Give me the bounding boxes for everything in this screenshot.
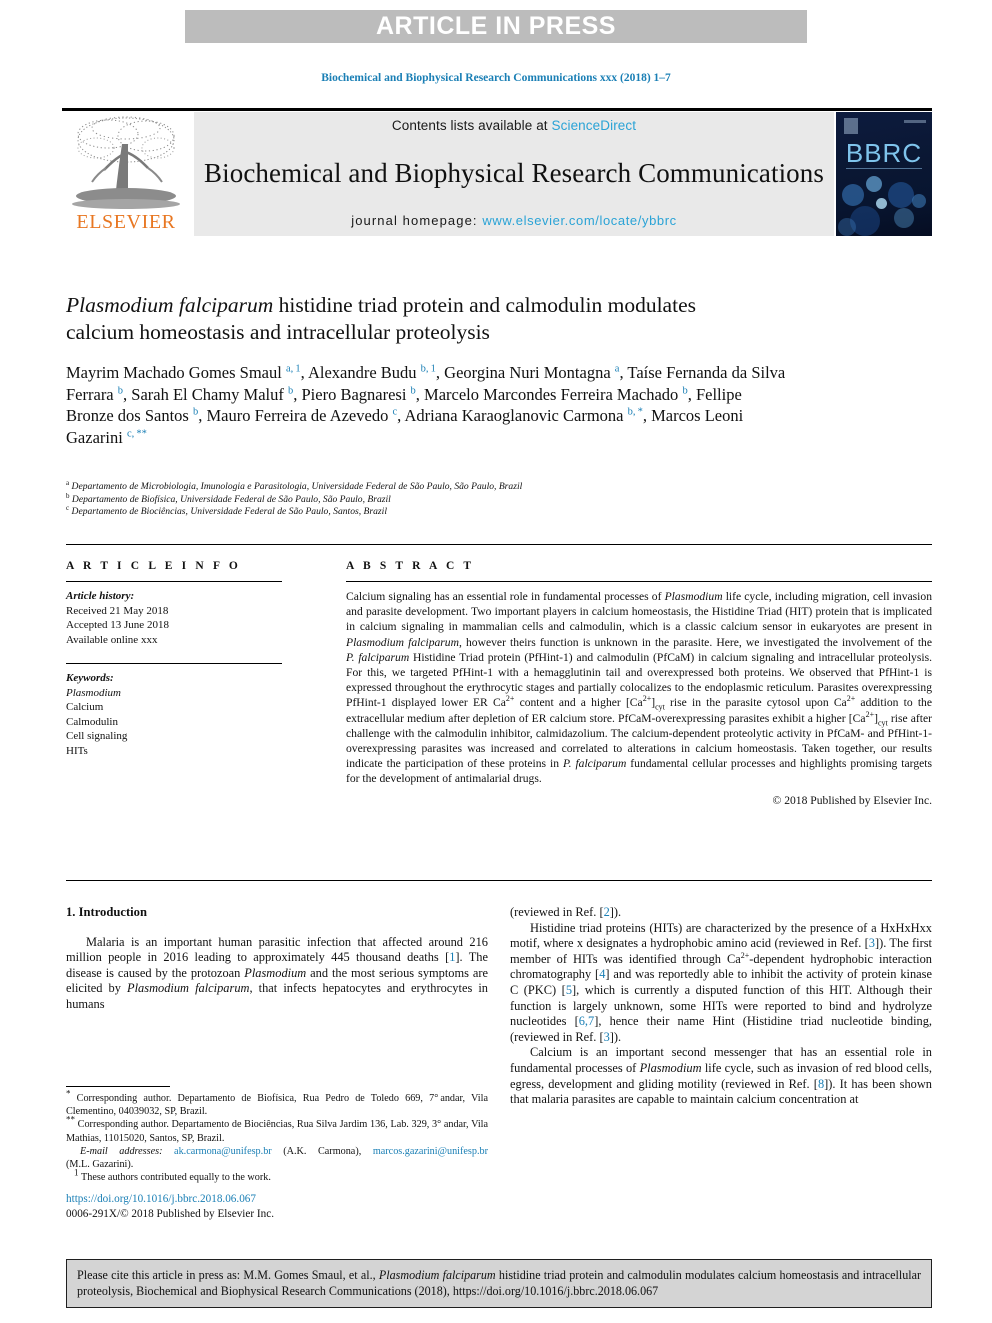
cover-elsevier-mark-icon bbox=[844, 118, 858, 134]
cover-bokeh-circle bbox=[912, 194, 926, 208]
footnote-item: ** Corresponding author. Departamento de… bbox=[66, 1115, 488, 1144]
journal-homepage-line: journal homepage: www.elsevier.com/locat… bbox=[351, 213, 677, 228]
affiliation-text: Departamento de Microbiologia, Imunologi… bbox=[71, 481, 523, 492]
cover-bokeh-circle bbox=[888, 182, 914, 208]
affiliation-mark: b bbox=[66, 491, 70, 500]
bbrc-cover-wordmark: BBRC bbox=[845, 138, 923, 168]
journal-title: Biochemical and Biophysical Research Com… bbox=[204, 157, 824, 188]
footnote-email-item: E-mail addresses: ak.carmona@unifesp.br … bbox=[66, 1145, 489, 1171]
article-history-received: Received 21 May 2018 bbox=[66, 604, 169, 617]
affiliation-mark: c bbox=[66, 504, 70, 512]
info-abstract-bottom-rule bbox=[66, 880, 932, 881]
doi-block: https://doi.org/10.1016/j.bbrc.2018.06.0… bbox=[66, 1192, 488, 1221]
homepage-prefix: journal homepage: bbox=[351, 213, 483, 228]
cover-bokeh-circle bbox=[866, 176, 882, 192]
issn-copyright-line: 0006-291X/© 2018 Published by Elsevier I… bbox=[66, 1207, 274, 1220]
affiliation-list: a Departamento de Microbiologia, Imunolo… bbox=[66, 478, 786, 519]
info-abstract-top-rule bbox=[66, 544, 932, 545]
elsevier-wordmark: ELSEVIER bbox=[76, 211, 176, 233]
elsevier-logo: ELSEVIER bbox=[62, 112, 190, 236]
keyword-item: Calcium bbox=[66, 701, 104, 713]
body-paragraph: Calcium is an important second messenger… bbox=[510, 1045, 932, 1107]
affiliation-text: Departamento de Biociências, Universidad… bbox=[71, 506, 387, 518]
body-paragraph: Histidine triad proteins (HITs) are char… bbox=[510, 920, 932, 1044]
article-history-label: Article history: bbox=[66, 590, 135, 602]
abstract-text: Calcium signaling has an essential role … bbox=[346, 590, 933, 786]
keyword-item: HITs bbox=[66, 744, 88, 757]
abstract-divider bbox=[346, 581, 932, 582]
doi-link[interactable]: https://doi.org/10.1016/j.bbrc.2018.06.0… bbox=[66, 1192, 488, 1207]
footnote-separator-rule bbox=[66, 1086, 170, 1087]
journal-homepage-link[interactable]: www.elsevier.com/locate/ybbrc bbox=[482, 213, 676, 228]
keywords-block: Keywords: Plasmodium Calcium Calmodulin … bbox=[66, 671, 282, 758]
introduction-paragraph: Malaria is an important human parasitic … bbox=[66, 934, 488, 1011]
body-paragraph: (reviewed in Ref. [2]). bbox=[510, 905, 622, 919]
article-history-accepted: Accepted 13 June 2018 bbox=[66, 619, 169, 631]
body-column-right: (reviewed in Ref. [2]). Histidine triad … bbox=[510, 905, 932, 1108]
cover-bokeh-circle bbox=[842, 184, 864, 206]
contents-prefix: Contents lists available at bbox=[391, 118, 552, 133]
elsevier-tree-icon bbox=[72, 116, 180, 209]
article-info-heading: A R T I C L E I N F O bbox=[66, 560, 241, 572]
page-title: Plasmodium falciparum histidine triad pr… bbox=[66, 292, 766, 346]
please-cite-text: Please cite this article in press as: M.… bbox=[77, 1268, 922, 1298]
keywords-label: Keywords: bbox=[66, 672, 114, 684]
footnote-block: * Corresponding author. Departamento de … bbox=[66, 1088, 489, 1184]
contents-available-line: Contents lists available at ScienceDirec… bbox=[392, 118, 636, 133]
affiliation-mark: a bbox=[66, 478, 70, 487]
abstract-heading: A B S T R A C T bbox=[346, 560, 475, 572]
running-head-citation: Biochemical and Biophysical Research Com… bbox=[321, 72, 671, 84]
author-list: Mayrim Machado Gomes Smaul a, 1, Alexand… bbox=[66, 363, 786, 447]
affiliation-item: c Departamento de Biociências, Universid… bbox=[66, 504, 786, 519]
affiliation-text: Departamento de Biofísica, Universidade … bbox=[71, 493, 391, 505]
bbrc-journal-cover-image: BBRC bbox=[836, 112, 932, 236]
masthead-top-rule bbox=[62, 108, 932, 111]
cover-corner-tag bbox=[904, 120, 926, 123]
abstract-panel: A B S T R A C T Calcium signaling has an… bbox=[346, 560, 932, 807]
journal-masthead: ELSEVIER Contents lists available at Sci… bbox=[62, 108, 932, 236]
abstract-copyright: © 2018 Published by Elsevier Inc. bbox=[772, 793, 932, 807]
please-cite-box: Please cite this article in press as: M.… bbox=[66, 1259, 932, 1308]
cover-bokeh-circle bbox=[894, 208, 914, 228]
cover-bokeh-circle bbox=[876, 198, 887, 209]
keyword-item: Plasmodium bbox=[66, 686, 121, 699]
article-info-divider bbox=[66, 581, 282, 582]
keywords-divider bbox=[66, 663, 282, 664]
paper-title-species: Plasmodium falciparum bbox=[66, 293, 274, 317]
bbrc-cover-subrule bbox=[846, 168, 922, 169]
journal-band: Contents lists available at ScienceDirec… bbox=[194, 112, 834, 236]
body-column-left: 1. Introduction Malaria is an important … bbox=[66, 905, 488, 1013]
keyword-item: Cell signaling bbox=[66, 730, 128, 742]
cover-bokeh-circle bbox=[838, 218, 856, 236]
article-in-press-banner: ARTICLE IN PRESS bbox=[185, 10, 807, 43]
keyword-item: Calmodulin bbox=[66, 715, 118, 728]
article-info-panel: A R T I C L E I N F O Article history: R… bbox=[66, 560, 282, 758]
footnote-item: 1 These authors contributed equally to t… bbox=[74, 1167, 271, 1184]
affiliation-item: a Departamento de Microbiologia, Imunolo… bbox=[66, 478, 786, 494]
sciencedirect-link[interactable]: ScienceDirect bbox=[552, 118, 637, 133]
footnote-item: * Corresponding author. Departamento de … bbox=[66, 1088, 488, 1118]
paper-title-block: Plasmodium falciparum histidine triad pr… bbox=[66, 292, 766, 346]
introduction-heading: 1. Introduction bbox=[66, 905, 147, 919]
article-in-press-label: ARTICLE IN PRESS bbox=[376, 12, 616, 40]
affiliation-item: b Departamento de Biofísica, Universidad… bbox=[66, 491, 786, 507]
article-history-available: Available online xxx bbox=[66, 633, 158, 646]
